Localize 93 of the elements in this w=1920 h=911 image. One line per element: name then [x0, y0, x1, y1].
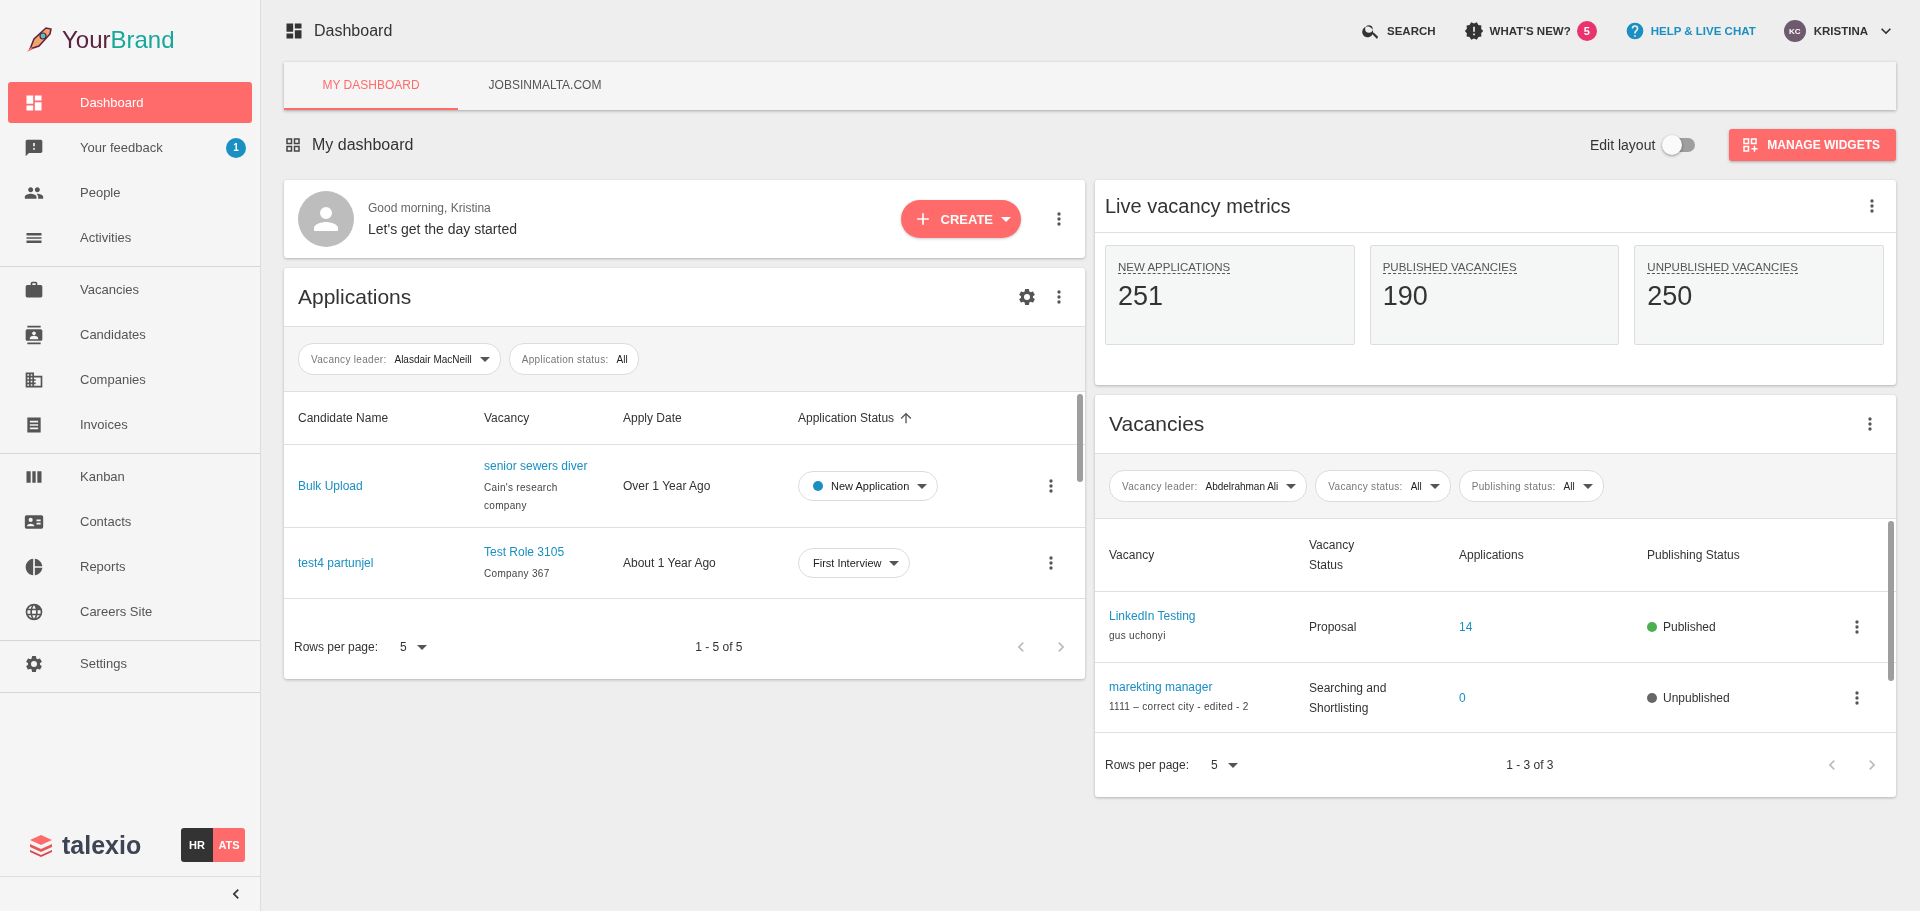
column-header[interactable]: Vacancy [1109, 545, 1155, 565]
filter-chip[interactable]: Publishing status: All [1458, 470, 1604, 502]
caret-icon [416, 644, 427, 650]
company-text: Company 367 [484, 566, 551, 581]
metric-value: 251 [1118, 281, 1165, 312]
applications-count-link[interactable]: 14 [1459, 620, 1647, 634]
rows-per-page-select[interactable]: 5 [1211, 758, 1238, 772]
rows-per-page-select[interactable]: 5 [400, 640, 427, 654]
vacancy-link[interactable]: senior sewers diver [484, 457, 594, 475]
section-title: My dashboard [312, 136, 415, 154]
filter-chip[interactable]: Vacancy status: All [1315, 470, 1451, 502]
table-cell-text: About 1 Year Ago [623, 555, 717, 572]
filter-chip[interactable]: Application status: All [508, 343, 639, 375]
candidate-link[interactable]: Bulk Upload [298, 479, 484, 493]
sidebar-item[interactable]: Kanban [8, 456, 252, 497]
sidebar-item[interactable]: Careers Site [8, 591, 252, 632]
module-switch[interactable]: HR [181, 828, 213, 862]
metric-label: PUBLISHED VACANCIES [1382, 261, 1517, 274]
page-range: 1 - 5 of 5 [694, 640, 744, 654]
sidebar-item[interactable]: Settings [8, 643, 252, 684]
sidebar-item[interactable]: Candidates [8, 314, 252, 355]
sidebar-item[interactable]: Activities [8, 217, 252, 258]
column-header[interactable]: Apply Date [623, 411, 682, 425]
filter-chip[interactable]: Vacancy leader: Abdelrahman Ali [1109, 470, 1308, 502]
pie-chart-icon [24, 556, 44, 577]
layers-logo-icon [28, 833, 54, 857]
widget-add-icon [1741, 136, 1760, 154]
publishing-status-text: Unpublished [1663, 689, 1730, 707]
filter-chip[interactable]: Vacancy leader: Alasdair MacNeill [298, 343, 501, 375]
caret-icon [889, 560, 900, 566]
greeting-message: Let's get the day started [368, 221, 518, 237]
count-badge: 1 [226, 137, 246, 158]
vacancy-link[interactable]: marekting manager [1109, 679, 1309, 694]
column-header[interactable]: Applications [1459, 545, 1524, 565]
metric-label: UNPUBLISHED VACANCIES [1647, 261, 1798, 274]
page-title: Dashboard [314, 22, 394, 40]
sidebar-item[interactable]: People [8, 172, 252, 213]
sidebar-item[interactable]: Vacancies [8, 269, 252, 310]
sidebar-item[interactable]: Companies [8, 359, 252, 400]
settings-icon[interactable] [1017, 287, 1037, 307]
briefcase-icon [24, 279, 44, 300]
toolbar-link[interactable]: WHAT'S NEW? 5 [1463, 21, 1597, 41]
vacancy-detail-text: gus uchonyi [1109, 629, 1167, 643]
caret-icon [1227, 762, 1238, 768]
toolbar-link[interactable]: SEARCH [1361, 21, 1436, 41]
card-title: Live vacancy metrics [1105, 194, 1292, 218]
globe-icon [24, 601, 44, 622]
publishing-status-text: Published [1663, 619, 1716, 636]
settings-icon [24, 653, 44, 674]
metric-label: NEW APPLICATIONS [1118, 261, 1231, 274]
contact-card-icon [24, 324, 44, 345]
sidebar-item[interactable]: Your feedback 1 [8, 127, 252, 168]
metric-value: 250 [1647, 281, 1694, 312]
column-header[interactable]: Publishing Status [1647, 545, 1740, 565]
table-cell-text: Searching and Shortlisting [1309, 679, 1388, 717]
scrollbar[interactable] [1077, 394, 1083, 482]
company-text: Cain's research company [484, 480, 559, 513]
scrollbar[interactable] [1888, 521, 1894, 681]
alert-badge-icon [1463, 21, 1484, 41]
tab[interactable]: JOBSINMALTA.COM [458, 62, 632, 110]
rows-per-page-label: Rows per page: [294, 640, 379, 654]
dashboard-icon [284, 21, 304, 41]
table-cell-text: Over 1 Year Ago [623, 478, 712, 495]
brand-logo-text: YourBrand [62, 26, 175, 54]
greeting-text: Good morning, Kristina [368, 201, 492, 215]
count-badge: 5 [1576, 21, 1597, 41]
sidebar-item[interactable]: Contacts [8, 501, 252, 542]
sidebar-item[interactable]: Invoices [8, 404, 252, 445]
product-logo-text: talexio [62, 830, 142, 860]
grid-icon [284, 136, 302, 154]
speech-bubble-icon [24, 137, 44, 158]
sidebar-item[interactable]: Reports [8, 546, 252, 587]
user-menu[interactable]: KC KRISTINA [1783, 20, 1896, 42]
vacancy-link[interactable]: LinkedIn Testing [1109, 609, 1309, 623]
caret-icon [917, 483, 928, 489]
column-header[interactable]: Vacancy Status [1309, 535, 1389, 575]
card-title: Vacancies [1109, 412, 1206, 436]
column-header[interactable]: Vacancy [484, 411, 530, 425]
caret-icon [1001, 216, 1011, 222]
vacancy-detail-text: 1111 – correct city - edited - 2 [1109, 699, 1250, 714]
card-title: Applications [298, 285, 413, 309]
column-header[interactable]: Application Status [798, 410, 915, 426]
table-cell-text: Proposal [1309, 619, 1358, 636]
edit-layout-toggle[interactable] [1665, 138, 1696, 152]
help-icon [1624, 21, 1645, 41]
vacancy-link[interactable]: Test Role 3105 [484, 543, 594, 561]
column-header[interactable]: Candidate Name [298, 411, 389, 425]
metric-value: 190 [1382, 281, 1429, 312]
applications-count-link[interactable]: 0 [1459, 690, 1647, 705]
rows-per-page-label: Rows per page: [1105, 758, 1190, 772]
candidate-link[interactable]: test4 partunjel [298, 556, 484, 570]
page-range: 1 - 3 of 3 [1505, 758, 1555, 772]
toggle-label: Edit layout [1589, 137, 1656, 153]
